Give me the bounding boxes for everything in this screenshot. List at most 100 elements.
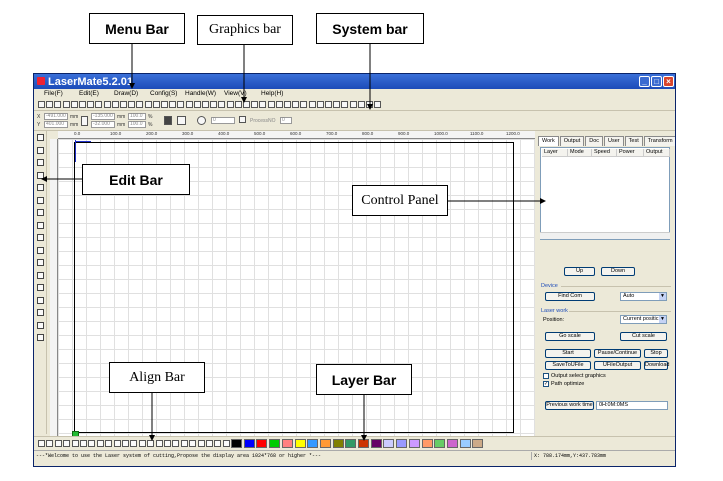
graphics-tool-icon[interactable] <box>120 101 127 108</box>
layer-color-swatch[interactable] <box>358 439 369 448</box>
graphics-tool-icon[interactable] <box>95 101 103 108</box>
edit-tool-icon[interactable] <box>37 184 44 191</box>
layer-color-swatch[interactable] <box>243 439 255 448</box>
align-tool-icon[interactable] <box>222 440 230 447</box>
align-tool-icon[interactable] <box>88 440 96 447</box>
menu-help[interactable]: Help(H) <box>261 90 283 97</box>
layer-table-scrollbar[interactable] <box>540 232 670 239</box>
device-select[interactable]: Auto ▼ <box>620 292 667 301</box>
graphics-tool-icon[interactable] <box>234 101 242 108</box>
tab-test[interactable]: Test <box>624 136 643 146</box>
menu-draw[interactable]: Draw(D) <box>114 90 138 97</box>
graphics-tool-icon[interactable] <box>275 101 283 108</box>
start-button[interactable]: Start <box>545 349 591 358</box>
edit-tool-icon[interactable] <box>37 171 44 179</box>
previous-work-time-button[interactable]: Previous work time <box>545 401 594 410</box>
y-field[interactable]: 401.000 <box>44 121 68 128</box>
layer-color-swatch[interactable] <box>256 439 268 448</box>
graphics-tool-icon[interactable] <box>374 101 382 108</box>
graphics-tool-icon[interactable] <box>79 101 86 108</box>
graphics-tool-icon[interactable] <box>103 101 111 108</box>
output-select-graphics-checkbox[interactable]: Output select graphics <box>543 373 606 379</box>
graphics-tool-icon[interactable] <box>218 101 226 108</box>
align-tool-icon[interactable] <box>105 440 113 447</box>
graphics-tool-icon[interactable] <box>54 101 62 108</box>
menu-handle[interactable]: Handle(W) <box>185 90 216 97</box>
maximize-button[interactable]: □ <box>651 76 662 87</box>
path-optimize-checkbox[interactable]: ✓ Path optimize <box>543 381 584 387</box>
layer-color-swatch[interactable] <box>421 439 433 448</box>
layer-color-swatch[interactable] <box>370 439 382 448</box>
edit-tool-icon[interactable] <box>37 296 44 304</box>
edit-tool-icon[interactable] <box>37 321 44 329</box>
up-button[interactable]: Up <box>564 267 595 276</box>
edit-tool-icon[interactable] <box>37 259 44 266</box>
graphics-tool-icon[interactable] <box>144 101 152 108</box>
column-output[interactable]: Output <box>644 149 670 157</box>
minimize-button[interactable]: _ <box>639 76 650 87</box>
rotate-icon[interactable] <box>197 116 206 125</box>
rotate-field[interactable]: 0 <box>211 117 235 124</box>
graphics-tool-icon[interactable] <box>136 101 144 108</box>
edit-tool-icon[interactable] <box>37 221 44 229</box>
graphics-tool-icon[interactable] <box>308 101 316 108</box>
graphics-tool-icon[interactable] <box>177 101 185 108</box>
graphics-tool-icon[interactable] <box>357 101 365 108</box>
height-field[interactable]: -32.000 <box>91 121 115 128</box>
layer-color-swatch[interactable] <box>281 439 293 448</box>
edit-tool-icon[interactable] <box>37 246 44 254</box>
align-tool-icon[interactable] <box>71 440 79 447</box>
column-speed[interactable]: Speed <box>592 149 617 157</box>
align-tool-icon[interactable] <box>206 440 213 447</box>
close-button[interactable]: × <box>663 76 674 87</box>
edit-tool-icon[interactable] <box>37 134 44 141</box>
find-com-button[interactable]: Find Com <box>545 292 595 301</box>
tab-output[interactable]: Output <box>559 136 585 146</box>
menu-edit[interactable]: Edit(E) <box>79 90 99 97</box>
graphics-tool-icon[interactable] <box>325 101 332 108</box>
layer-color-swatch[interactable] <box>383 439 395 448</box>
align-tool-icon[interactable] <box>147 440 155 447</box>
graphics-tool-icon[interactable] <box>316 101 324 108</box>
align-grid-icon[interactable] <box>239 116 246 123</box>
edit-tool-icon[interactable] <box>37 271 44 279</box>
align-tool-icon[interactable] <box>122 440 129 447</box>
tab-work[interactable]: Work <box>538 136 559 146</box>
cut-scale-button[interactable]: Cut scale <box>620 332 667 341</box>
down-button[interactable]: Down <box>601 267 635 276</box>
width-field[interactable]: -135.000 <box>91 113 115 120</box>
graphics-tool-icon[interactable] <box>87 101 95 108</box>
layer-color-swatch[interactable] <box>345 439 357 448</box>
align-tool-icon[interactable] <box>96 440 104 447</box>
layer-color-swatch[interactable] <box>294 439 306 448</box>
align-tool-icon[interactable] <box>164 440 171 447</box>
tab-user[interactable]: User <box>604 136 624 146</box>
layer-color-swatch[interactable] <box>434 439 446 448</box>
go-scale-button[interactable]: Go scale <box>545 332 595 341</box>
column-mode[interactable]: Mode <box>568 149 592 157</box>
graphics-tool-icon[interactable] <box>152 101 160 108</box>
align-tool-icon[interactable] <box>130 440 138 447</box>
edit-tool-icon[interactable] <box>37 334 44 341</box>
size-lock-icon[interactable] <box>81 116 88 126</box>
edit-tool-icon[interactable] <box>37 284 44 291</box>
graphics-tool-icon[interactable] <box>284 101 291 108</box>
x-field[interactable]: -491.000 <box>44 113 68 120</box>
edit-tool-icon[interactable] <box>37 234 44 241</box>
align-tool-icon[interactable] <box>172 440 180 447</box>
pause-continue-button[interactable]: Pause/Continue <box>594 349 641 358</box>
align-tool-icon[interactable] <box>63 440 71 447</box>
title-bar[interactable]: LaserMate5.2.01 _ □ × <box>34 74 675 89</box>
chevron-down-icon[interactable]: ▼ <box>659 316 666 323</box>
graphics-tool-icon[interactable] <box>202 101 209 108</box>
scale-x-field[interactable]: 100.0 <box>128 113 146 120</box>
layer-color-swatch[interactable] <box>269 439 281 448</box>
graphics-tool-icon[interactable] <box>292 101 300 108</box>
menu-config[interactable]: Config(S) <box>150 90 177 97</box>
graphics-tool-icon[interactable] <box>46 101 54 108</box>
checkbox-box-checked[interactable]: ✓ <box>543 381 549 387</box>
graphics-tool-icon[interactable] <box>267 101 275 108</box>
graphics-tool-icon[interactable] <box>62 101 70 108</box>
align-tool-icon[interactable] <box>197 440 205 447</box>
graphics-tool-icon[interactable] <box>70 101 78 108</box>
